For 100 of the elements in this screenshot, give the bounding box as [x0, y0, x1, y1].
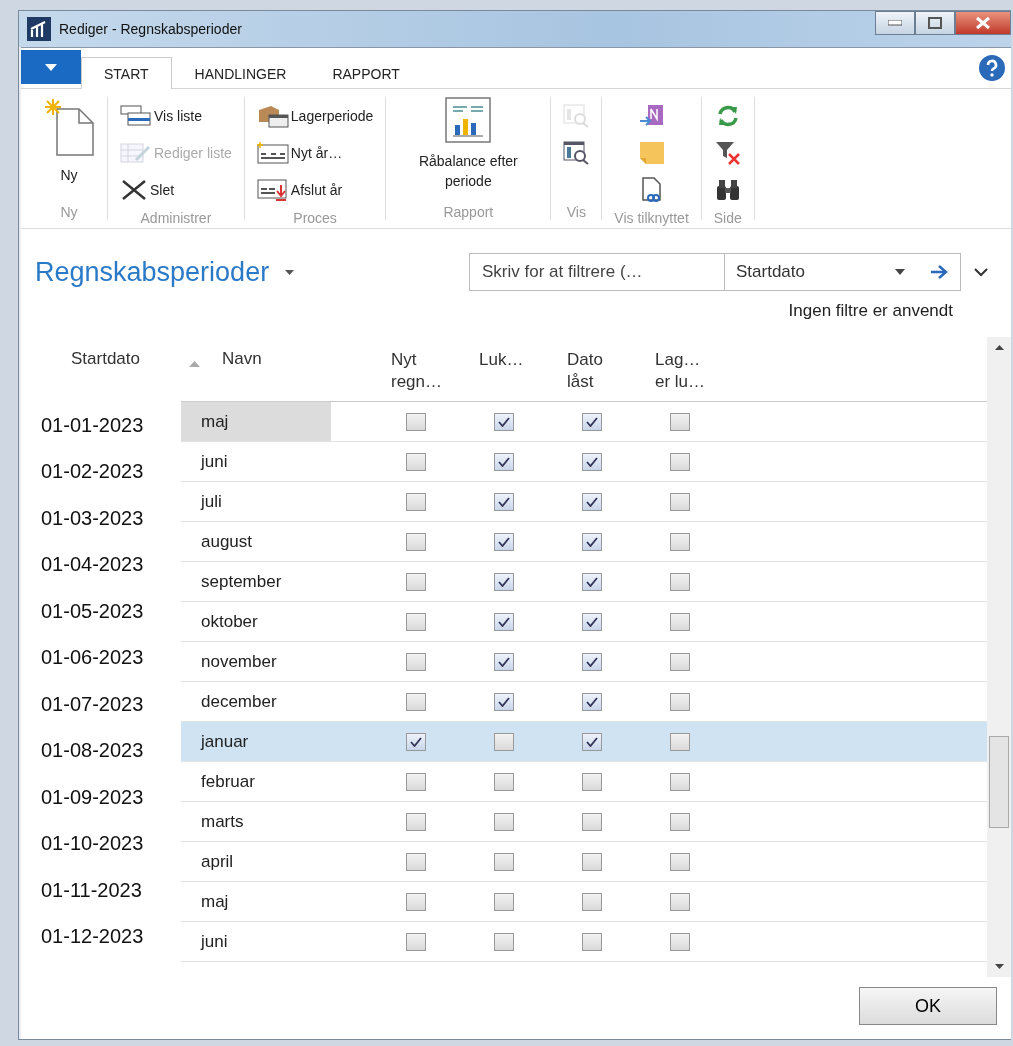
checkmark-icon: [498, 496, 510, 507]
checkbox[interactable]: [494, 812, 514, 831]
ribbon-tab[interactable]: RAPPORT: [309, 57, 423, 89]
checkbox[interactable]: [406, 652, 426, 671]
checkbox[interactable]: [670, 852, 690, 871]
checkbox[interactable]: [494, 612, 514, 631]
column-header[interactable]: Luk…: [479, 349, 524, 371]
table-cell-text: 01-08-2023: [40, 738, 145, 764]
checkbox[interactable]: [406, 492, 426, 511]
ok-button[interactable]: OK: [859, 987, 997, 1025]
filter-input[interactable]: Skriv for at filtrere (…: [469, 253, 724, 291]
column-header[interactable]: Startdato: [71, 349, 140, 369]
column-header[interactable]: Navn: [222, 349, 262, 369]
checkbox[interactable]: [406, 612, 426, 631]
checkbox[interactable]: [670, 532, 690, 551]
filter-field-dropdown[interactable]: Startdato: [724, 253, 917, 291]
checkbox[interactable]: [670, 692, 690, 711]
checkbox[interactable]: [494, 892, 514, 911]
checkbox[interactable]: [406, 452, 426, 471]
ribbon-tab[interactable]: START: [81, 57, 172, 89]
list-view-icon: [120, 104, 152, 127]
checkbox[interactable]: [670, 892, 690, 911]
checkbox[interactable]: [670, 452, 690, 471]
checkbox[interactable]: [494, 852, 514, 871]
group-label: Vis: [566, 203, 586, 220]
table-cell-text: 01-09-2023: [40, 784, 145, 810]
close-button[interactable]: [955, 11, 1011, 35]
checkbox[interactable]: [406, 812, 426, 831]
checkbox[interactable]: [406, 692, 426, 711]
table-cell: august: [201, 531, 253, 552]
ribbon-button[interactable]: Lagerperiode: [256, 97, 374, 134]
ribbon-button[interactable]: Slet: [120, 171, 232, 208]
checkbox[interactable]: [582, 852, 602, 871]
checkbox[interactable]: [582, 692, 602, 711]
checkbox[interactable]: [406, 932, 426, 951]
ribbon-button[interactable]: Nyt år…: [256, 134, 374, 171]
checkbox[interactable]: [406, 772, 426, 791]
checkbox[interactable]: [582, 572, 602, 591]
checkbox[interactable]: [406, 572, 426, 591]
checkbox[interactable]: [670, 932, 690, 951]
checkbox[interactable]: [494, 412, 514, 431]
maximize-button[interactable]: [915, 11, 955, 35]
table-cell: maj: [201, 411, 229, 432]
table-cell: april: [201, 851, 234, 872]
ribbon-button[interactable]: Afslut år: [256, 171, 374, 208]
caret-down-icon: [45, 63, 57, 71]
table-cell-text: 01-07-2023: [40, 691, 145, 717]
apply-filter-button[interactable]: [917, 253, 961, 291]
checkbox[interactable]: [582, 892, 602, 911]
table-cell: november: [201, 651, 277, 672]
checkbox[interactable]: [406, 412, 426, 431]
checkbox[interactable]: [406, 732, 426, 751]
checkbox[interactable]: [582, 732, 602, 751]
checkbox[interactable]: [494, 692, 514, 711]
checkbox[interactable]: [406, 852, 426, 871]
checkbox[interactable]: [670, 732, 690, 751]
checkbox[interactable]: [582, 532, 602, 551]
checkbox[interactable]: [670, 572, 690, 591]
checkbox[interactable]: [582, 412, 602, 431]
minimize-button[interactable]: [875, 11, 915, 35]
column-header[interactable]: Dato låst: [567, 349, 617, 393]
scroll-thumb[interactable]: [989, 736, 1009, 828]
chevron-down-icon: [974, 267, 988, 277]
checkbox[interactable]: [582, 932, 602, 951]
ribbon-button[interactable]: Råbalance efter periode: [398, 97, 539, 191]
checkbox[interactable]: [494, 932, 514, 951]
table-cell-text: 01-05-2023: [40, 598, 145, 624]
checkbox[interactable]: [494, 532, 514, 551]
checkbox[interactable]: [582, 612, 602, 631]
checkbox[interactable]: [582, 812, 602, 831]
ribbon-button[interactable]: Ny: [43, 97, 95, 185]
checkbox[interactable]: [670, 812, 690, 831]
checkbox[interactable]: [582, 652, 602, 671]
checkbox[interactable]: [494, 652, 514, 671]
column-header[interactable]: Lag… er lu…: [655, 349, 713, 393]
column-header[interactable]: Nyt regn…: [391, 349, 441, 393]
checkbox[interactable]: [670, 772, 690, 791]
ribbon-button[interactable]: Vis liste: [120, 97, 232, 134]
checkbox[interactable]: [670, 612, 690, 631]
table-cell: januar: [201, 731, 249, 752]
checkbox[interactable]: [670, 492, 690, 511]
checkbox[interactable]: [582, 452, 602, 471]
checkbox[interactable]: [494, 492, 514, 511]
ribbon-tab[interactable]: HANDLINGER: [171, 57, 310, 89]
checkbox[interactable]: [406, 532, 426, 551]
checkbox[interactable]: [494, 732, 514, 751]
table-cell: december: [201, 691, 277, 712]
checkbox[interactable]: [670, 412, 690, 431]
group-label: Proces: [293, 209, 337, 226]
checkbox[interactable]: [670, 652, 690, 671]
checkbox[interactable]: [582, 492, 602, 511]
scrollbar[interactable]: [987, 337, 1011, 977]
checkbox[interactable]: [406, 892, 426, 911]
app-menu-button[interactable]: [21, 50, 81, 84]
table-cell-text: 01-12-2023: [40, 924, 145, 950]
minimize-icon: [888, 20, 902, 26]
checkbox[interactable]: [494, 772, 514, 791]
checkbox[interactable]: [494, 452, 514, 471]
checkbox[interactable]: [582, 772, 602, 791]
checkbox[interactable]: [494, 572, 514, 591]
